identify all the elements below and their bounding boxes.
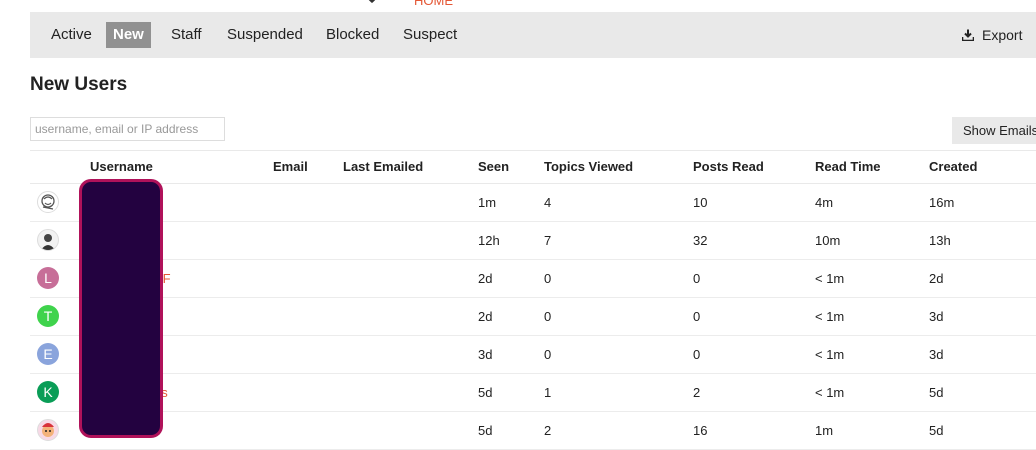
table-header: Username Email Last Emailed Seen Topics … [30, 150, 1036, 184]
topics-viewed-cell: 7 [544, 233, 552, 248]
posts-read-cell: 10 [693, 195, 708, 210]
topics-viewed-cell: 1 [544, 385, 552, 400]
read-time-cell: < 1m [815, 309, 845, 324]
table-row: E t 3d 0 0 < 1m 3d [30, 336, 1036, 374]
read-time-cell: 1m [815, 423, 834, 438]
header-seen[interactable]: Seen [478, 151, 509, 183]
photo-avatar-icon [41, 234, 55, 250]
user-filter-nav: Active New Staff Suspended Blocked Suspe… [30, 12, 1036, 58]
created-cell: 5d [929, 423, 944, 438]
tab-blocked[interactable]: Blocked [319, 22, 386, 48]
created-cell: 3d [929, 347, 944, 362]
page-title: New Users [30, 74, 128, 95]
tab-suspended[interactable]: Suspended [220, 22, 310, 48]
table-row: o 5d 2 16 1m 5d [30, 412, 1036, 450]
posts-read-cell: 32 [693, 233, 708, 248]
export-button[interactable]: Export [961, 22, 1023, 48]
user-avatar[interactable]: L [37, 267, 59, 289]
tab-new[interactable]: New [106, 22, 151, 48]
user-avatar[interactable]: E [37, 343, 59, 365]
seen-cell: 2d [478, 309, 493, 324]
table-row: L KF 2d 0 0 < 1m 2d [30, 260, 1036, 298]
users-table: Username Email Last Emailed Seen Topics … [30, 150, 1036, 450]
seen-cell: 1m [478, 195, 497, 210]
cartoon-avatar-icon [42, 423, 54, 437]
user-avatar[interactable] [37, 191, 59, 213]
topics-viewed-cell: 0 [544, 347, 552, 362]
read-time-cell: < 1m [815, 347, 845, 362]
posts-read-cell: 0 [693, 347, 701, 362]
top-strip: HOME [0, 0, 1036, 12]
tab-active[interactable]: Active [44, 22, 99, 48]
seen-cell: 5d [478, 385, 493, 400]
seen-cell: 5d [478, 423, 493, 438]
header-posts-read[interactable]: Posts Read [693, 151, 764, 183]
topics-viewed-cell: 4 [544, 195, 552, 210]
posts-read-cell: 0 [693, 271, 701, 286]
header-topics-viewed[interactable]: Topics Viewed [544, 151, 633, 183]
user-avatar[interactable]: T [37, 305, 59, 327]
tab-suspect[interactable]: Suspect [396, 22, 464, 48]
created-cell: 2d [929, 271, 944, 286]
posts-read-cell: 2 [693, 385, 701, 400]
posts-read-cell: 0 [693, 309, 701, 324]
export-label: Export [982, 27, 1023, 43]
user-avatar[interactable]: K [37, 381, 59, 403]
topics-viewed-cell: 2 [544, 423, 552, 438]
seen-cell: 12h [478, 233, 500, 248]
caret-down-icon[interactable] [367, 0, 377, 4]
sketch-avatar-icon [41, 194, 55, 210]
read-time-cell: < 1m [815, 271, 845, 286]
tab-staff[interactable]: Staff [164, 22, 209, 48]
created-cell: 3d [929, 309, 944, 324]
table-row: s 1m 4 10 4m 16m [30, 184, 1036, 222]
header-email[interactable]: Email [273, 151, 308, 183]
read-time-cell: 10m [815, 233, 841, 248]
header-created[interactable]: Created [929, 151, 977, 183]
created-cell: 5d [929, 385, 944, 400]
user-search-input[interactable] [30, 117, 225, 141]
topics-viewed-cell: 0 [544, 271, 552, 286]
user-avatar[interactable] [37, 229, 59, 251]
header-read-time[interactable]: Read Time [815, 151, 881, 183]
home-link[interactable]: HOME [414, 0, 453, 8]
created-cell: 16m [929, 195, 955, 210]
created-cell: 13h [929, 233, 951, 248]
table-row: T 2d 0 0 < 1m 3d [30, 298, 1036, 336]
table-row: K ds 5d 1 2 < 1m 5d [30, 374, 1036, 412]
header-last-emailed[interactable]: Last Emailed [343, 151, 423, 183]
posts-read-cell: 16 [693, 423, 708, 438]
seen-cell: 3d [478, 347, 493, 362]
download-icon [961, 29, 975, 42]
read-time-cell: 4m [815, 195, 834, 210]
seen-cell: 2d [478, 271, 493, 286]
table-row: 12h 7 32 10m 13h [30, 222, 1036, 260]
topics-viewed-cell: 0 [544, 309, 552, 324]
redaction-overlay [79, 179, 163, 438]
read-time-cell: < 1m [815, 385, 845, 400]
show-emails-button[interactable]: Show Emails [952, 117, 1036, 144]
